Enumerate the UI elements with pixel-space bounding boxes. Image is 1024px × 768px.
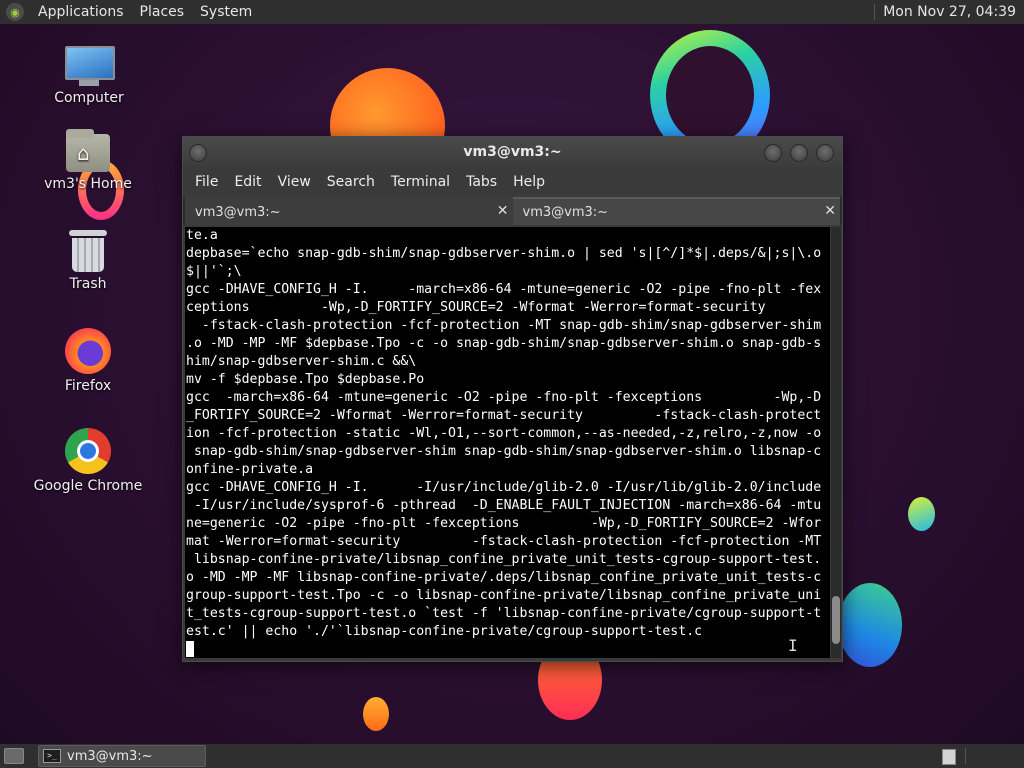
- desktop-icon-label: vm3's Home: [44, 176, 132, 192]
- window-titlebar[interactable]: vm3@vm3:~: [183, 137, 842, 167]
- top-panel: ◉ Applications Places System Mon Nov 27,…: [0, 0, 1024, 24]
- menu-file[interactable]: File: [187, 174, 226, 190]
- desktop-icon-home[interactable]: ⌂ vm3's Home: [33, 129, 143, 192]
- tab-label: vm3@vm3:~: [195, 204, 281, 220]
- minimize-button[interactable]: [764, 144, 782, 162]
- wallpaper-blue-oval: [838, 583, 902, 667]
- terminal-cursor: [186, 641, 194, 657]
- terminal-text: te.a depbase=`echo snap-gdb-shim/snap-gd…: [185, 227, 830, 658]
- wallpaper-tiny-oval: [363, 697, 389, 731]
- show-desktop-icon[interactable]: [4, 748, 24, 764]
- window-menu-button[interactable]: [189, 144, 207, 162]
- desktop-icon-label: Google Chrome: [33, 478, 143, 494]
- text-cursor-icon: I: [788, 636, 798, 655]
- computer-icon: [65, 46, 115, 86]
- menu-view[interactable]: View: [270, 174, 319, 190]
- menu-tabs[interactable]: Tabs: [458, 174, 505, 190]
- bottom-panel: >_ vm3@vm3:~: [0, 744, 1024, 768]
- terminal-line: mv -f $depbase.Tpo $depbase.Po: [186, 372, 425, 387]
- menu-edit[interactable]: Edit: [226, 174, 269, 190]
- terminal-line: snap-gdb-shim/snap-gdbserver-shim snap-g…: [193, 444, 822, 459]
- desktop-icon-computer[interactable]: Computer: [34, 46, 144, 106]
- desktop-icon-label: Computer: [54, 90, 124, 106]
- terminal-line: gcc -DHAVE_CONFIG_H -I. -I/usr/include/g…: [186, 480, 822, 495]
- desktop-icon-trash[interactable]: Trash: [33, 230, 143, 292]
- terminal-line: ceptions -Wp,-D_FORTIFY_SOURCE=2 -Wforma…: [186, 300, 766, 315]
- scrollbar-thumb[interactable]: [832, 596, 840, 644]
- terminal-line: _FORTIFY_SOURCE=2 -Wformat -Werror=forma…: [186, 408, 822, 423]
- system-menu[interactable]: System: [192, 4, 260, 20]
- menu-search[interactable]: Search: [319, 174, 383, 190]
- terminal-line: te.a: [186, 228, 218, 243]
- close-button[interactable]: [816, 144, 834, 162]
- terminal-icon: >_: [43, 749, 61, 763]
- terminal-line: ion -fcf-protection -static -Wl,-O1,--so…: [186, 426, 822, 441]
- terminal-line: libsnap-confine-private/libsnap_confine_…: [193, 552, 822, 567]
- trash-icon: [69, 230, 107, 272]
- tab-1[interactable]: vm3@vm3:~ ✕: [185, 197, 513, 225]
- terminal-line: mat -Werror=format-security -fstack-clas…: [186, 534, 822, 549]
- terminal-line: t_tests-cgroup-support-test.o `test -f '…: [186, 606, 822, 621]
- home-folder-icon: ⌂: [66, 129, 110, 172]
- terminal-line: gcc -DHAVE_CONFIG_H -I. -march=x86-64 -m…: [186, 282, 822, 297]
- workspace-switcher[interactable]: [942, 749, 956, 765]
- applications-menu[interactable]: Applications: [30, 4, 132, 20]
- menu-terminal[interactable]: Terminal: [383, 174, 458, 190]
- terminal-line: -fstack-clash-protection -fcf-protection…: [201, 318, 822, 333]
- chrome-icon: [65, 428, 111, 474]
- taskbar-label: vm3@vm3:~: [67, 748, 153, 764]
- tab-2[interactable]: vm3@vm3:~ ✕: [512, 197, 840, 225]
- menu-help[interactable]: Help: [505, 174, 553, 190]
- desktop-icon-firefox[interactable]: Firefox: [33, 328, 143, 394]
- maximize-button[interactable]: [790, 144, 808, 162]
- terminal-menubar: File Edit View Search Terminal Tabs Help: [183, 167, 842, 197]
- tab-bar: vm3@vm3:~ ✕ vm3@vm3:~ ✕: [183, 197, 842, 225]
- terminal-line: ne=generic -O2 -pipe -fno-plt -fexceptio…: [186, 516, 822, 531]
- terminal-line: onfine-private.a: [186, 462, 314, 477]
- terminal-line: depbase=`echo snap-gdb-shim/snap-gdbserv…: [186, 246, 822, 261]
- terminal-line: est.c' || echo './'`libsnap-confine-priv…: [186, 624, 703, 639]
- clock[interactable]: Mon Nov 27, 04:39: [883, 4, 1016, 20]
- terminal-scrollbar[interactable]: [831, 227, 841, 658]
- tab-close-icon[interactable]: ✕: [824, 203, 836, 219]
- taskbar-terminal-button[interactable]: >_ vm3@vm3:~: [38, 745, 206, 767]
- terminal-line: $||'`;\: [186, 264, 242, 279]
- terminal-line: .o -MD -MP -MF $depbase.Tpo -c -o snap-g…: [186, 336, 822, 351]
- distro-logo-icon[interactable]: ◉: [6, 3, 24, 21]
- terminal-line: -I/usr/include/sysprof-6 -pthread -D_ENA…: [193, 498, 822, 513]
- terminal-line: him/snap-gdbserver-shim.c &&\: [186, 354, 417, 369]
- terminal-line: gcc -march=x86-64 -mtune=generic -O2 -pi…: [186, 390, 822, 405]
- firefox-icon: [65, 328, 111, 374]
- terminal-window: vm3@vm3:~ File Edit View Search Terminal…: [182, 136, 843, 662]
- window-title: vm3@vm3:~: [463, 144, 562, 160]
- terminal-output[interactable]: te.a depbase=`echo snap-gdb-shim/snap-gd…: [185, 227, 830, 658]
- places-menu[interactable]: Places: [132, 4, 193, 20]
- desktop-icon-label: Trash: [69, 276, 107, 292]
- desktop-icon-label: Firefox: [64, 378, 112, 394]
- tab-label: vm3@vm3:~: [522, 204, 609, 220]
- wallpaper-small-oval: [908, 497, 935, 531]
- terminal-line: o -MD -MP -MF libsnap-confine-private/.d…: [186, 570, 822, 585]
- desktop-icon-chrome[interactable]: Google Chrome: [33, 428, 143, 494]
- tab-close-icon[interactable]: ✕: [497, 203, 509, 219]
- terminal-line: group-support-test.Tpo -c -o libsnap-con…: [186, 588, 822, 603]
